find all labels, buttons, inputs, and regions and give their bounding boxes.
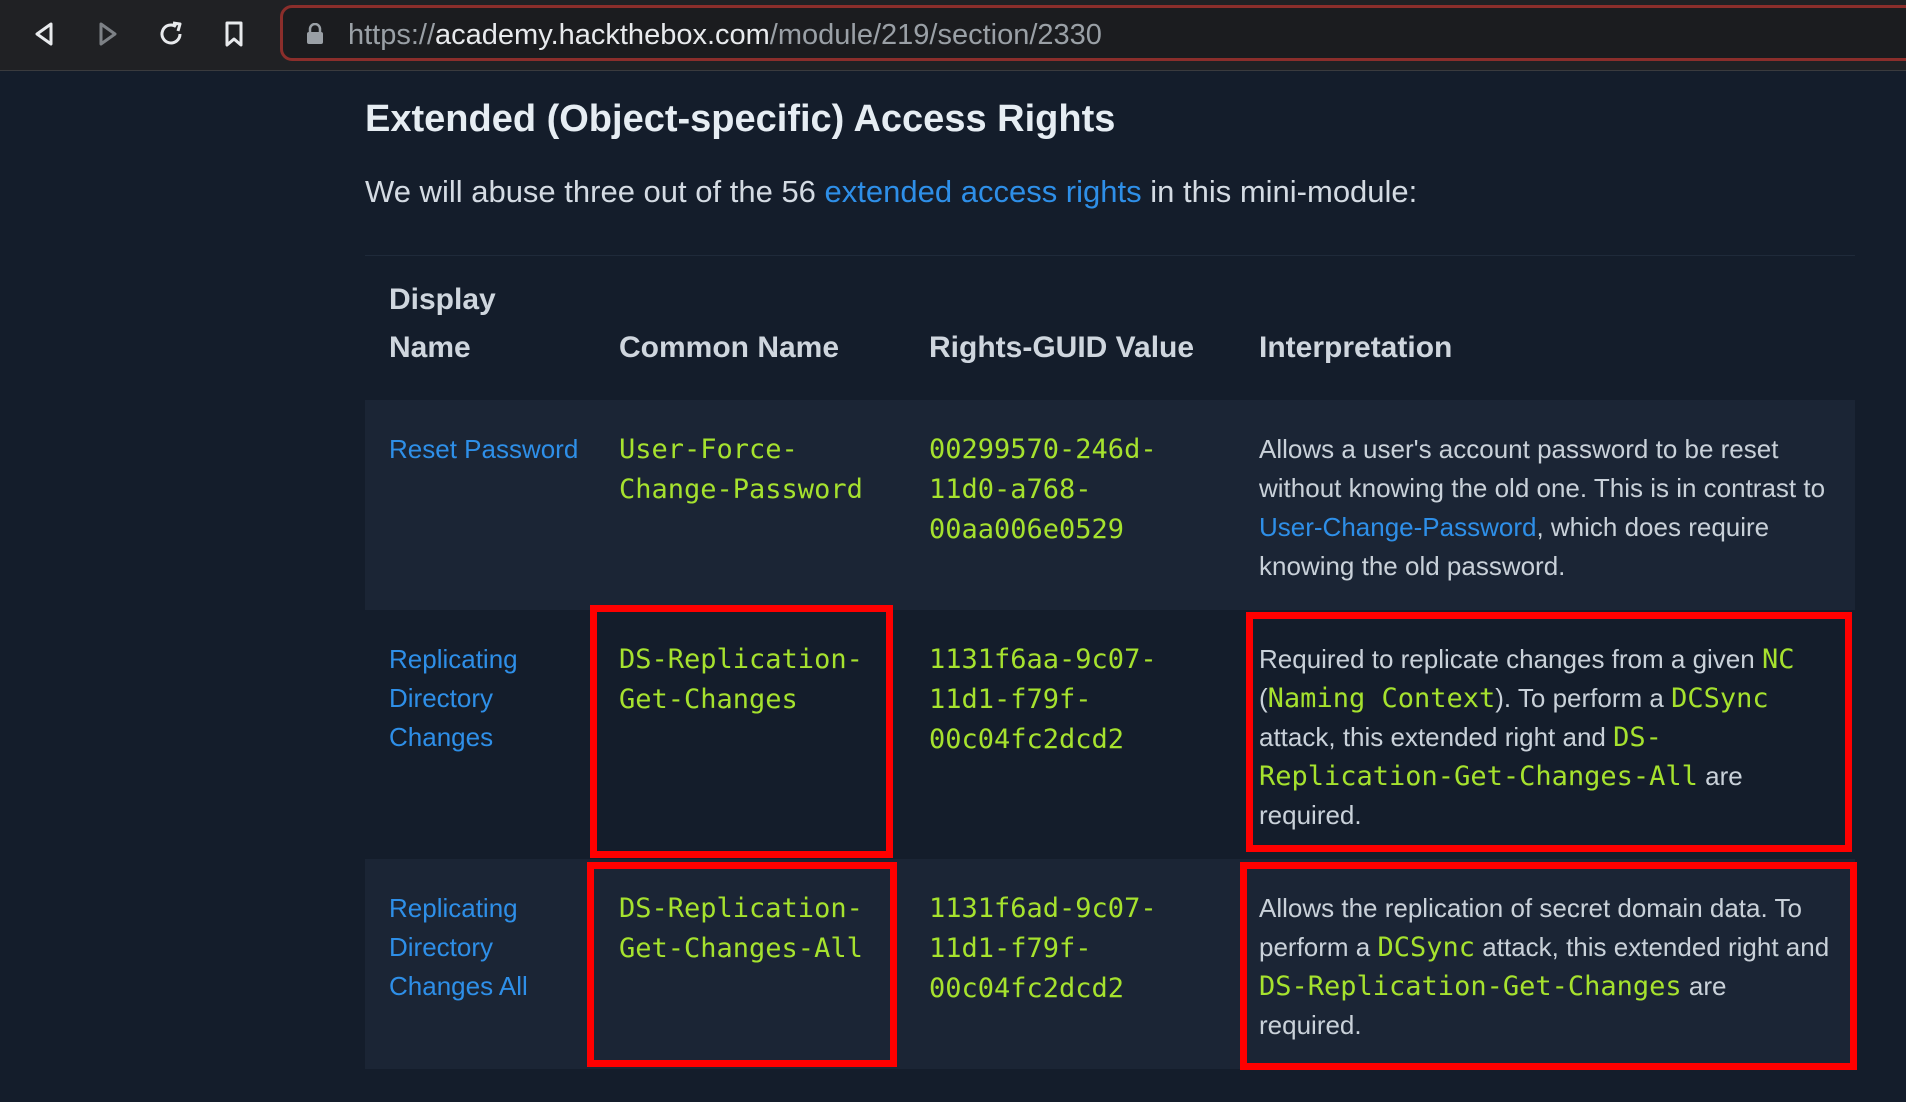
interpretation-text: ). To perform a [1495, 683, 1672, 713]
interpretation-cell: Required to replicate changes from a giv… [1235, 610, 1855, 859]
lock-icon [307, 23, 323, 44]
inline-code: DCSync [1377, 932, 1476, 963]
display-name-cell: Reset Password [365, 400, 595, 610]
table-header-row: Display Name Common Name Rights-GUID Val… [365, 256, 1855, 400]
back-button[interactable] [24, 14, 64, 54]
common-name-cell: DS-Replication-Get-Changes-All [619, 893, 863, 964]
header-rights-guid: Rights-GUID Value [929, 331, 1195, 364]
forward-arrow-icon [99, 22, 117, 46]
url-scheme: https:// [348, 19, 436, 51]
interpretation-text: Required to replicate changes from a giv… [1259, 644, 1762, 674]
interpretation-text: ( [1259, 683, 1268, 713]
rights-table-wrapper: Display Name Common Name Rights-GUID Val… [365, 255, 1855, 1069]
browser-toolbar: https://academy.hackthebox.com/module/21… [0, 0, 1906, 71]
inline-code: DS-Replication-Get-Changes [1259, 971, 1682, 1002]
table-row: Reset Password User-Force-Change-Password… [365, 400, 1855, 610]
url-domain: academy.hackthebox.com [435, 19, 770, 51]
extended-rights-table: Display Name Common Name Rights-GUID Val… [365, 256, 1855, 1069]
table-body: Reset Password User-Force-Change-Password… [365, 400, 1855, 1069]
interpretation-cell: Allows a user's account password to be r… [1235, 400, 1855, 610]
interpretation-cell: Allows the replication of secret domain … [1235, 859, 1855, 1069]
header-display-name-label: Display Name [389, 283, 496, 364]
display-name-link[interactable]: Replicating Directory Changes All [389, 893, 528, 1001]
table-row: Replicating Directory Changes All DS-Repl… [365, 859, 1855, 1069]
display-name-cell: Replicating Directory Changes [365, 610, 595, 859]
forward-button[interactable] [88, 14, 128, 54]
url-path: /module/219/section/2330 [769, 19, 1102, 51]
rights-guid-cell: 1131f6aa-9c07-11d1-f79f-00c04fc2dcd2 [929, 644, 1157, 755]
bookmark-icon [225, 21, 243, 47]
section-heading: Extended (Object-specific) Access Rights [365, 98, 1116, 140]
display-name-link[interactable]: Replicating Directory Changes [389, 644, 518, 752]
header-display-name: Display Name [365, 256, 595, 400]
inline-code: DCSync [1671, 683, 1769, 714]
intro-paragraph: We will abuse three out of the 56 extend… [365, 174, 1417, 210]
display-name-cell: Replicating Directory Changes All [365, 859, 595, 1069]
url-text: https://academy.hackthebox.com/module/21… [348, 19, 1102, 52]
display-name-link[interactable]: Reset Password [389, 434, 578, 464]
reload-button[interactable] [151, 14, 191, 54]
rights-guid-cell: 00299570-246d-11d0-a768-00aa006e0529 [929, 434, 1157, 545]
extended-access-rights-link[interactable]: extended access rights [825, 174, 1142, 209]
rights-guid-cell: 1131f6ad-9c07-11d1-f79f-00c04fc2dcd2 [929, 893, 1157, 1004]
inline-code: Naming Context [1267, 683, 1496, 714]
common-name-cell: User-Force-Change-Password [619, 434, 863, 505]
header-common-name: Common Name [619, 331, 840, 364]
inline-code: NC [1761, 644, 1795, 675]
common-name-cell: DS-Replication-Get-Changes [619, 644, 863, 715]
intro-text-after: in this mini-module: [1141, 174, 1418, 209]
interpretation-text: attack, this extended right and [1475, 932, 1830, 962]
interpretation-text: attack, this extended right and [1259, 722, 1614, 752]
header-interpretation: Interpretation [1259, 331, 1453, 364]
address-bar[interactable]: https://academy.hackthebox.com/module/21… [280, 5, 1906, 61]
table-row: Replicating Directory Changes DS-Replicat… [365, 610, 1855, 859]
interpretation-link[interactable]: User-Change-Password [1259, 512, 1536, 542]
interpretation-text: Allows a user's account password to be r… [1259, 434, 1826, 503]
intro-text-before: We will abuse three out of the 56 [365, 174, 825, 209]
bookmark-button[interactable] [214, 14, 254, 54]
back-arrow-icon [35, 22, 53, 46]
reload-icon [160, 21, 182, 45]
